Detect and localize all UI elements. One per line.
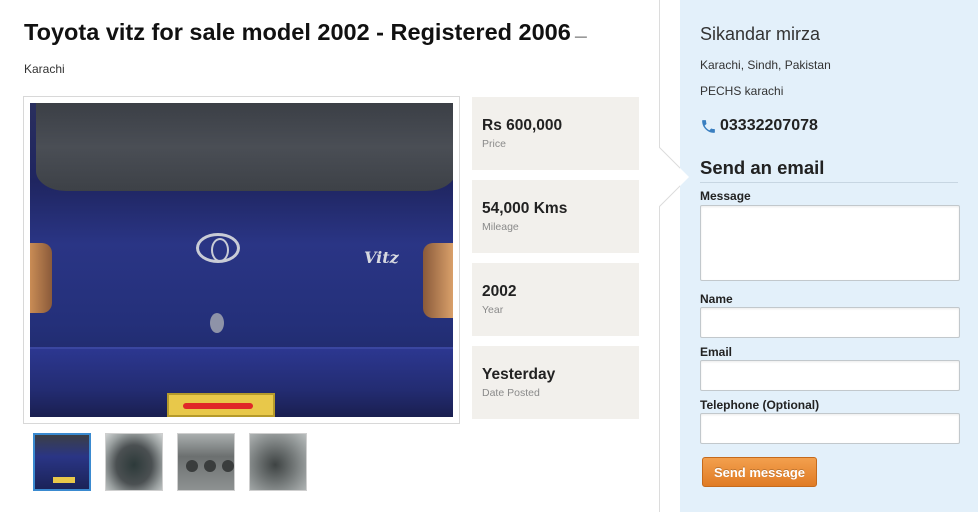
stat-value: Yesterday [482, 366, 556, 383]
main-photo[interactable]: Vitz [23, 96, 460, 424]
stat-year: 2002 Year [472, 263, 639, 336]
stat-date-posted: Yesterday Date Posted [472, 346, 639, 419]
phone-number: 03332207078 [720, 117, 818, 134]
phone-icon [702, 119, 715, 133]
listing-title: Toyota vitz for sale model 2002 - Regist… [24, 18, 604, 84]
stat-mileage: 54,000 Kms Mileage [472, 180, 639, 253]
seller-phone[interactable]: 03332207078 [700, 117, 818, 135]
sidebar-pointer [659, 147, 689, 207]
toyota-emblem [196, 233, 240, 263]
thumbnail-strip [33, 433, 307, 491]
send-message-button[interactable]: Send message [702, 457, 817, 487]
stat-label: Year [482, 304, 504, 316]
thumbnail-car-rear[interactable] [33, 433, 91, 491]
tail-light-left [30, 243, 52, 313]
stat-label: Price [482, 138, 506, 150]
message-textarea[interactable] [700, 205, 960, 281]
thumbnail-dashboard[interactable] [105, 433, 163, 491]
listing-title-text: Toyota vitz for sale model 2002 - Regist… [24, 19, 571, 45]
stat-value: 54,000 Kms [482, 200, 568, 217]
stat-value: 2002 [482, 283, 517, 300]
license-plate [167, 393, 275, 417]
name-label: Name [700, 292, 733, 306]
send-email-heading: Send an email [700, 157, 958, 183]
seller-address: Karachi, Sindh, Pakistan [700, 58, 831, 72]
seller-area: PECHS karachi [700, 84, 784, 98]
stat-label: Mileage [482, 221, 519, 233]
email-label: Email [700, 345, 733, 359]
telephone-input[interactable] [700, 413, 960, 444]
name-input[interactable] [700, 307, 960, 338]
stat-price: Rs 600,000 Price [472, 97, 639, 170]
thumbnail-ac-vents[interactable] [177, 433, 235, 491]
stat-value: Rs 600,000 [482, 117, 563, 134]
trunk-lock [210, 313, 224, 333]
email-input[interactable] [700, 360, 960, 391]
vitz-badge: Vitz [364, 248, 399, 267]
stats-column: Rs 600,000 Price 54,000 Kms Mileage 2002… [472, 97, 639, 429]
tail-light-right [423, 243, 453, 318]
car-photo: Vitz [30, 103, 453, 417]
telephone-label: Telephone (Optional) [700, 398, 820, 412]
seller-name: Sikandar mirza [700, 24, 821, 44]
rear-window [36, 103, 453, 191]
message-label: Message [700, 189, 751, 203]
stat-label: Date Posted [482, 387, 540, 399]
thumbnail-steering[interactable] [249, 433, 307, 491]
